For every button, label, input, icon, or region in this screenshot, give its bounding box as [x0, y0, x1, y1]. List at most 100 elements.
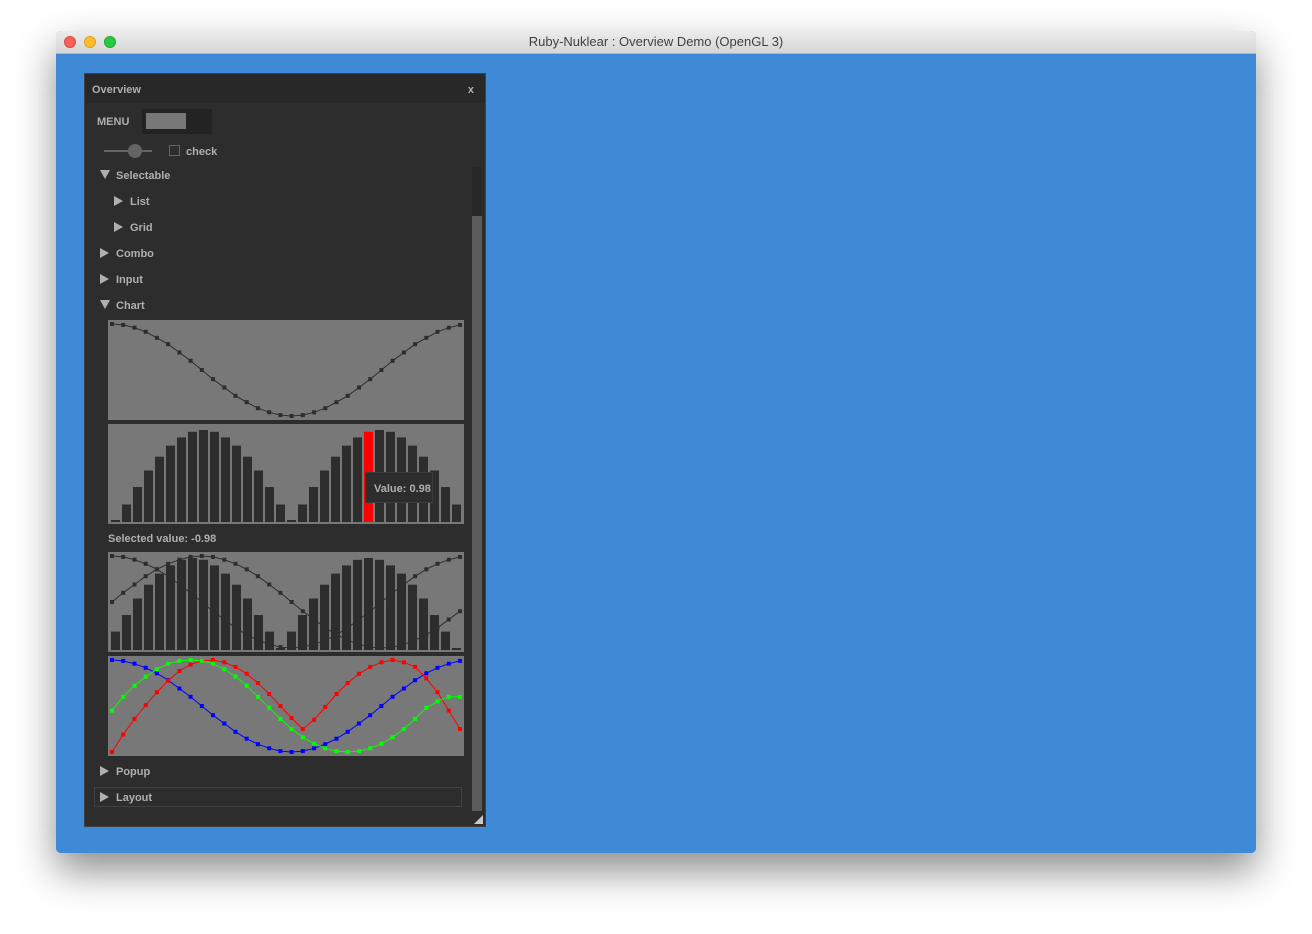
sine-point [121, 590, 126, 595]
chart-bar [155, 456, 164, 522]
red-series-point [211, 658, 215, 662]
menu-label[interactable]: MENU [97, 116, 129, 128]
overview-panel[interactable]: Overview x MENU check Selectable List Gr [84, 73, 486, 827]
cosine-point [390, 590, 395, 595]
green-series-point [435, 699, 440, 704]
cosine-point [244, 400, 249, 405]
cosine-point [211, 377, 215, 382]
green-series-point [110, 708, 114, 713]
blue-series-point [222, 721, 227, 726]
chart-bar [243, 598, 252, 650]
cosine-point [188, 358, 193, 363]
chart-bar [254, 615, 263, 650]
sine-point [143, 574, 148, 579]
title-bar[interactable]: Ruby-Nuklear : Overview Demo (OpenGL 3) [56, 31, 1256, 54]
green-series-point [278, 716, 283, 721]
cosine-point [323, 406, 328, 411]
mixed-chart[interactable] [108, 552, 464, 652]
checkbox-label[interactable]: check [186, 146, 217, 158]
green-series-point [368, 746, 373, 751]
cosine-point [233, 393, 238, 398]
blue-series-point [177, 686, 182, 691]
chart-bar [221, 573, 230, 650]
sine-point [278, 590, 283, 595]
cosine-point [300, 413, 305, 418]
cosine-point [267, 642, 272, 647]
cosine-point [446, 325, 451, 330]
cosine-point [233, 625, 238, 630]
chart-bar [287, 520, 296, 522]
chart-bar [243, 456, 252, 522]
blue-series-point [211, 713, 215, 718]
scrollbar-thumb[interactable] [472, 216, 482, 811]
green-series-point [401, 727, 406, 731]
panel-header[interactable]: Overview x [85, 74, 485, 103]
cosine-point [357, 617, 361, 622]
chart-bar [232, 584, 241, 650]
panel-title: Overview [92, 84, 141, 96]
slider-handle[interactable] [128, 144, 142, 158]
blue-series-point [188, 694, 193, 699]
blue-series-point [312, 746, 317, 751]
cosine-point [255, 638, 260, 643]
panel-close-button[interactable]: x [468, 84, 474, 96]
resize-grip-icon[interactable] [474, 815, 483, 824]
green-series-point [154, 667, 159, 672]
tree-label-layout: Layout [116, 792, 153, 804]
app-window: Ruby-Nuklear : Overview Demo (OpenGL 3) … [56, 31, 1256, 853]
sine-point [345, 638, 350, 643]
tree-label-chart: Chart [116, 300, 145, 312]
chart-bar [166, 445, 175, 522]
tree-label-list: List [130, 196, 150, 208]
chart-bar [265, 631, 274, 650]
multi-line-chart[interactable] [108, 656, 464, 756]
blue-series-point [143, 665, 148, 670]
check-checkbox[interactable] [169, 145, 180, 156]
red-series-point [435, 690, 440, 695]
blue-series-point [199, 704, 204, 708]
blue-series-point [323, 742, 328, 747]
line-chart[interactable] [108, 320, 464, 420]
sine-point [199, 554, 204, 558]
tree-label-popup: Popup [116, 766, 151, 778]
chart-bar [188, 431, 197, 522]
caret-right-icon [100, 274, 109, 284]
blue-series-point [255, 742, 260, 747]
menu-progress-fill [146, 113, 186, 129]
cosine-point [300, 645, 305, 650]
red-series-point [222, 660, 227, 665]
chart-bar [199, 559, 208, 650]
cosine-point [278, 413, 283, 418]
panel-scrollbar[interactable] [472, 167, 482, 811]
chart-bar [386, 565, 395, 650]
green-series-point [222, 667, 227, 672]
blue-series-point [334, 736, 339, 741]
cosine-point [323, 638, 328, 643]
sine-point [312, 617, 317, 622]
cosine-point [379, 368, 384, 372]
tree-label-grid: Grid [130, 222, 153, 234]
red-series-point [458, 727, 462, 731]
menu-progress-control[interactable] [142, 109, 212, 134]
red-series-point [177, 669, 182, 673]
chart-bar [298, 615, 307, 650]
sine-point [110, 600, 114, 604]
green-series-point [390, 735, 395, 740]
sine-point [357, 642, 361, 647]
cosine-point [312, 642, 317, 647]
red-series-point [289, 716, 294, 720]
red-series-point [446, 708, 451, 713]
chart-bar [452, 504, 461, 522]
sine-point [211, 554, 215, 559]
blue-series-point [267, 746, 272, 751]
cosine-point [413, 342, 418, 347]
green-series-point [143, 674, 148, 679]
blue-series-point [401, 686, 406, 691]
cosine-point [110, 322, 114, 326]
cosine-point [334, 632, 339, 637]
chart-bar [221, 437, 230, 522]
chart-bar [320, 470, 329, 522]
green-series-point [323, 746, 328, 751]
red-series-point [345, 681, 350, 685]
sine-point [233, 561, 238, 566]
